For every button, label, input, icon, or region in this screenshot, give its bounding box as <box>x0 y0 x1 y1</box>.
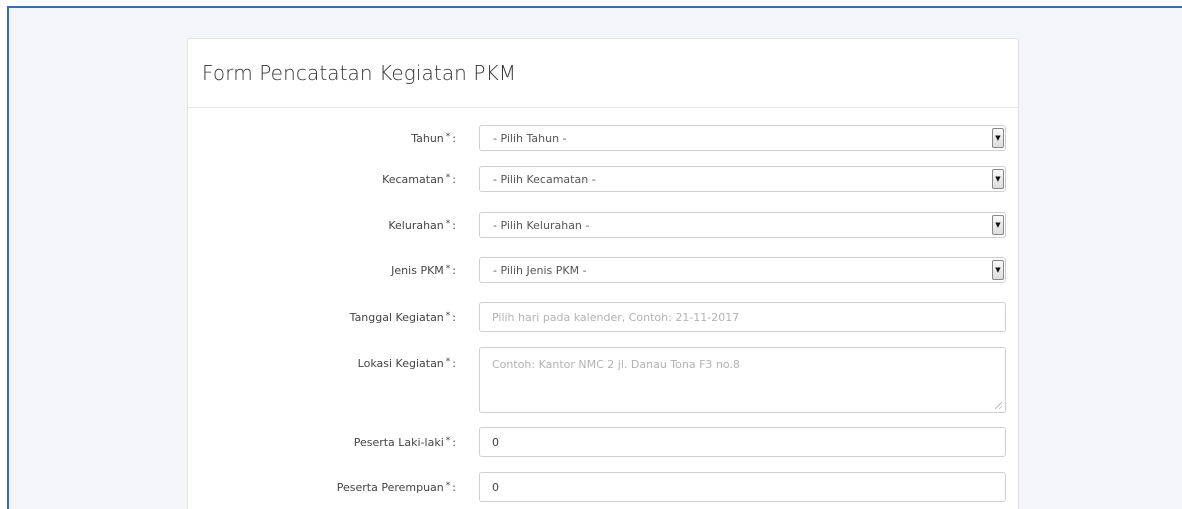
peserta-laki-input[interactable]: 0 <box>479 427 1006 457</box>
field-label-peserta-perempuan: Peserta Perempuan *: <box>336 481 456 494</box>
kecamatan-select-value: - Pilih Kecamatan - <box>493 173 596 186</box>
dropdown-arrow-icon[interactable]: ▼ <box>992 128 1004 148</box>
field-label-jenis-pkm: Jenis PKM *: <box>391 264 456 277</box>
dropdown-arrow-icon[interactable]: ▼ <box>992 215 1004 235</box>
lokasi-kegiatan-textarea[interactable]: Contoh: Kantor NMC 2 jl. Danau Tona F3 n… <box>479 347 1006 413</box>
tahun-select[interactable]: - Pilih Tahun - ▼ <box>479 125 1006 151</box>
field-label-tahun: Tahun *: <box>411 132 456 145</box>
form-title: Form Pencatatan Kegiatan PKM <box>202 61 517 85</box>
field-label-tanggal: Tanggal Kegiatan *: <box>349 311 456 324</box>
peserta-perempuan-input[interactable]: 0 <box>479 472 1006 502</box>
jenis-pkm-select-value: - Pilih Jenis PKM - <box>493 264 587 277</box>
lokasi-kegiatan-placeholder: Contoh: Kantor NMC 2 jl. Danau Tona F3 n… <box>492 358 740 371</box>
tahun-select-value: - Pilih Tahun - <box>493 132 567 145</box>
field-label-kecamatan: Kecamatan *: <box>382 173 456 186</box>
form-panel: Form Pencatatan Kegiatan PKM Tahun *: - P… <box>187 38 1019 509</box>
jenis-pkm-select[interactable]: - Pilih Jenis PKM - ▼ <box>479 257 1006 283</box>
tanggal-kegiatan-input[interactable]: Pilih hari pada kalender, Contoh: 21-11-… <box>479 302 1006 332</box>
kelurahan-select-value: - Pilih Kelurahan - <box>493 219 590 232</box>
field-label-peserta-laki: Peserta Laki-laki *: <box>353 436 456 449</box>
panel-header: Form Pencatatan Kegiatan PKM <box>188 39 1018 108</box>
kecamatan-select[interactable]: - Pilih Kecamatan - ▼ <box>479 166 1006 192</box>
field-label-kelurahan: Kelurahan *: <box>388 219 456 232</box>
field-label-lokasi: Lokasi Kegiatan *: <box>357 357 456 370</box>
dropdown-arrow-icon[interactable]: ▼ <box>992 169 1004 189</box>
kelurahan-select[interactable]: - Pilih Kelurahan - ▼ <box>479 212 1006 238</box>
tanggal-kegiatan-placeholder: Pilih hari pada kalender, Contoh: 21-11-… <box>492 310 740 324</box>
peserta-laki-value: 0 <box>492 435 499 449</box>
dropdown-arrow-icon[interactable]: ▼ <box>992 260 1004 280</box>
peserta-perempuan-value: 0 <box>492 480 499 494</box>
resize-grip-icon[interactable] <box>995 402 1002 409</box>
